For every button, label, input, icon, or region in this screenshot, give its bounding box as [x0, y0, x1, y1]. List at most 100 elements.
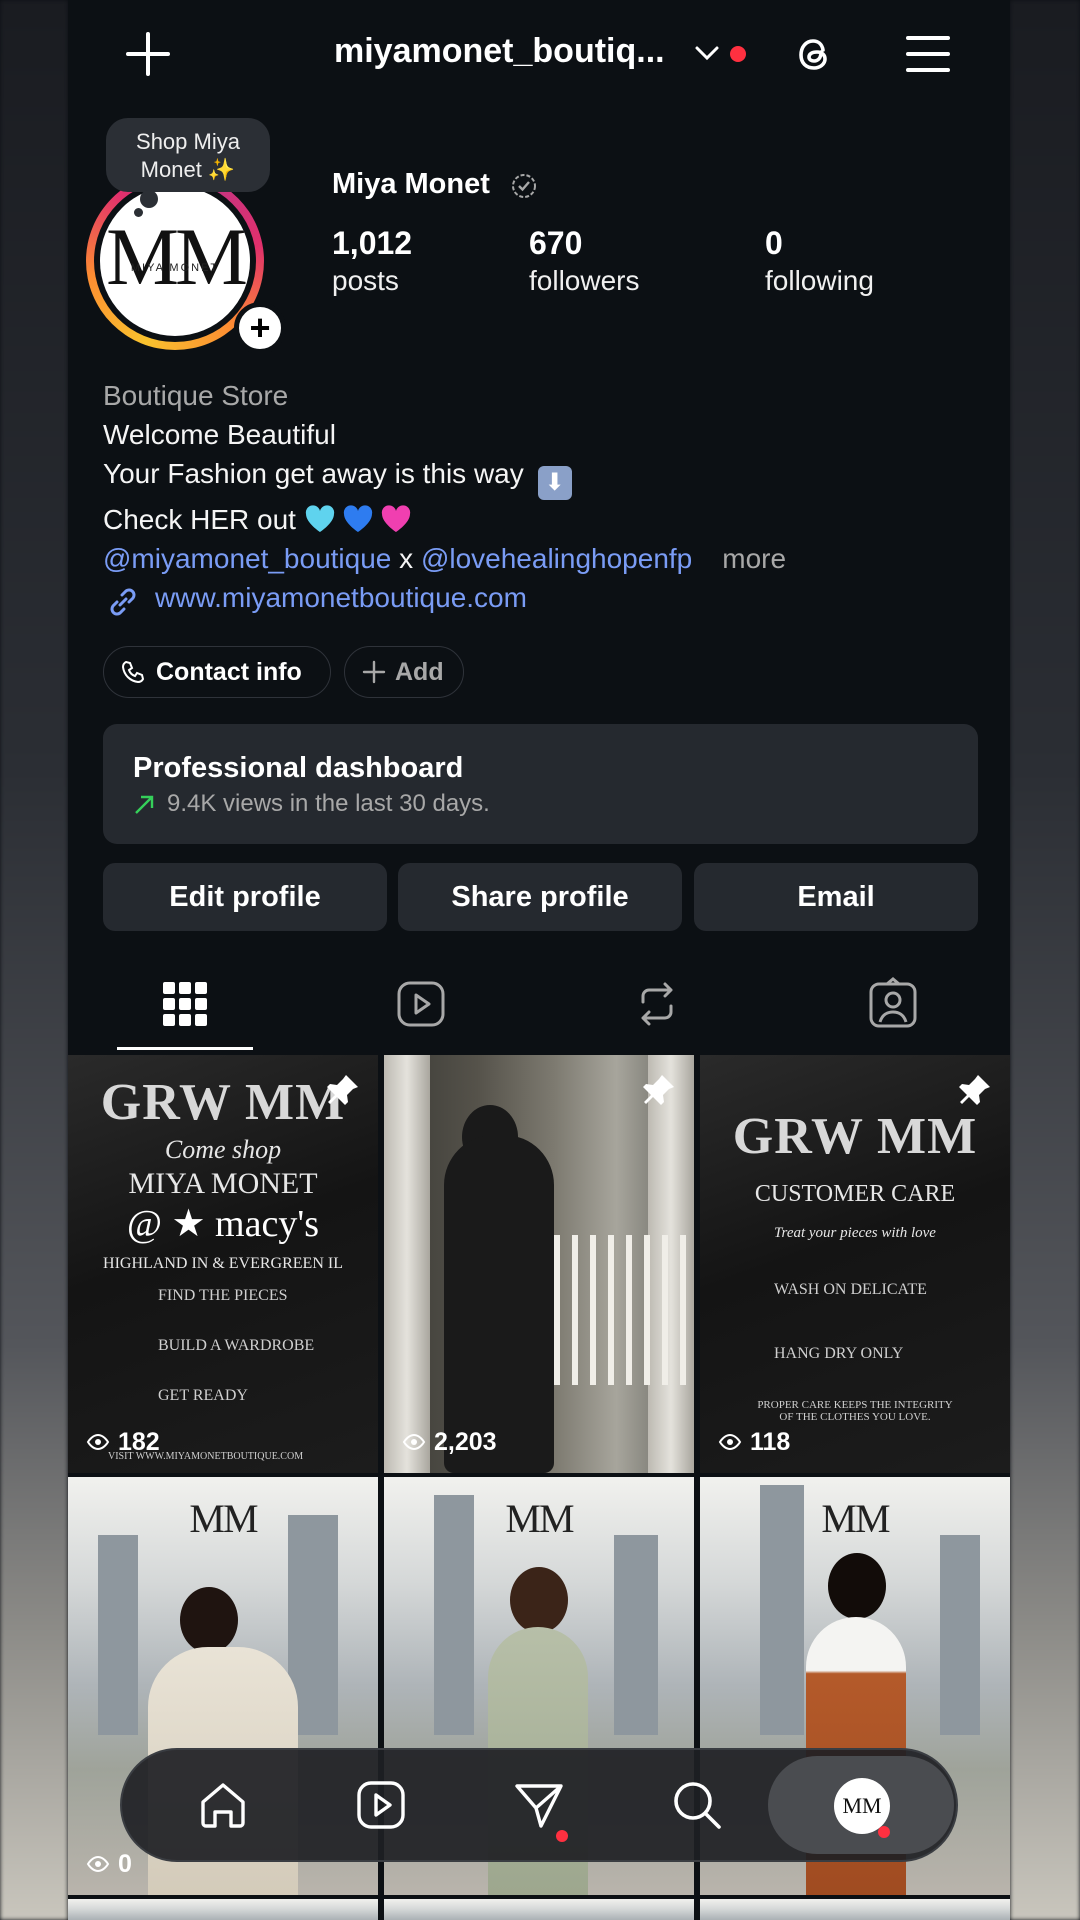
verified-badge-icon	[512, 174, 536, 198]
active-tab-indicator	[117, 1047, 253, 1050]
add-chip-button[interactable]: Add	[344, 646, 464, 698]
professional-dashboard[interactable]: Professional dashboard 9.4K views in the…	[103, 724, 978, 844]
note-tail	[134, 208, 143, 217]
mention-link[interactable]: @lovehealinghopenfp	[421, 543, 692, 574]
messages-badge-dot	[556, 1830, 568, 1842]
edit-profile-button[interactable]: Edit profile	[103, 863, 387, 931]
profile-bio: Boutique Store Welcome Beautiful Your Fa…	[103, 376, 786, 578]
pin-icon	[327, 1075, 358, 1105]
trend-up-icon	[135, 795, 154, 814]
plus-icon: +	[249, 307, 271, 348]
avatar: MM MIYA MONET	[100, 186, 250, 336]
dashboard-title: Professional dashboard	[133, 752, 464, 784]
stat-label: following	[765, 265, 874, 296]
eye-icon	[86, 1433, 110, 1451]
direct-messages-icon[interactable]	[512, 1778, 566, 1832]
post-tile[interactable]	[384, 1899, 694, 1920]
stat-value: 670	[529, 225, 583, 261]
reels-icon[interactable]	[354, 1778, 408, 1832]
pink-heart-icon	[381, 505, 410, 532]
note-text-line2: Monet ✨	[140, 157, 236, 182]
plus-icon	[362, 660, 386, 684]
top-bar: miyamonet_boutiq...	[68, 0, 1010, 110]
note-tail	[140, 190, 158, 208]
bio-mentions: @miyamonet_boutique x @lovehealinghopenf…	[103, 539, 786, 578]
pin-icon	[643, 1075, 674, 1105]
post-text: GET READY	[158, 1387, 248, 1404]
post-logo: MM	[505, 1496, 574, 1541]
plus-icon[interactable]	[124, 30, 172, 78]
website-url: www.miyamonetboutique.com	[155, 582, 527, 613]
photo-silhouette	[444, 1135, 554, 1473]
avatar-brand: MIYA MONET	[130, 262, 220, 274]
blue-heart-icon	[343, 505, 372, 532]
view-count: 0	[86, 1850, 132, 1879]
phone-icon	[121, 660, 145, 684]
stat-followers[interactable]: 670 followers	[529, 224, 639, 300]
light-blue-heart-icon	[305, 505, 334, 532]
bottom-nav-bar: MM	[120, 1748, 958, 1862]
post-tile[interactable]	[68, 1899, 378, 1920]
stat-following[interactable]: 0 following	[765, 224, 874, 300]
bio-line-text: Your Fashion get away is this way	[103, 458, 524, 489]
post-text: HANG DRY ONLY	[774, 1345, 904, 1362]
post-tile[interactable]	[700, 1899, 1010, 1920]
post-text: PROPER CARE KEEPS THE INTEGRITY OF THE C…	[757, 1399, 953, 1423]
notification-dot	[730, 46, 746, 62]
post-logo: MM	[821, 1496, 890, 1541]
post-logo: MM	[189, 1496, 258, 1541]
bio-line: Welcome Beautiful	[103, 419, 336, 450]
avatar-monogram: MM	[106, 211, 248, 302]
link-icon	[110, 588, 136, 616]
post-heading: GRW MM	[732, 1108, 978, 1165]
bio-line: Check HER out	[103, 500, 786, 539]
dashboard-subtitle: 9.4K views in the last 30 days.	[167, 790, 490, 817]
post-text: @ ★ macy's	[127, 1203, 319, 1245]
add-story-button[interactable]: +	[234, 302, 286, 354]
stat-value: 1,012	[332, 225, 413, 261]
bio-line-text: Check HER out	[103, 504, 296, 535]
bio-line: Your Fashion get away is this way ⬇	[103, 454, 786, 500]
repost-tab-icon[interactable]	[631, 976, 683, 1032]
mention-link[interactable]: @miyamonet_boutique	[103, 543, 391, 574]
post-tile[interactable]: GRW MM CUSTOMER CARE Treat your pieces w…	[700, 1055, 1010, 1473]
threads-icon[interactable]	[790, 30, 838, 78]
chevron-down-icon[interactable]	[694, 44, 720, 62]
profile-screen: miyamonet_boutiq... MM MIYA MONET + Shop…	[68, 0, 1010, 1920]
stat-posts[interactable]: 1,012 posts	[332, 224, 412, 300]
profile-badge-dot	[878, 1826, 890, 1838]
post-text: Treat your pieces with love	[774, 1225, 936, 1241]
bio-more-link[interactable]: more	[722, 543, 786, 574]
reels-tab-icon[interactable]	[395, 976, 447, 1032]
mention-separator: x	[399, 543, 414, 574]
email-button[interactable]: Email	[694, 863, 978, 931]
view-count: 2,203	[402, 1428, 497, 1457]
account-switcher[interactable]: miyamonet_boutiq...	[334, 32, 665, 71]
view-count: 118	[718, 1428, 790, 1457]
eye-icon	[86, 1855, 110, 1873]
tagged-tab-icon[interactable]	[867, 976, 919, 1032]
post-text: FIND THE PIECES	[158, 1287, 288, 1304]
post-tile[interactable]: 2,203	[384, 1055, 694, 1473]
bio-category: Boutique Store	[103, 380, 289, 411]
add-chip-label: Add	[395, 658, 444, 686]
post-text: WASH ON DELICATE	[774, 1281, 927, 1298]
post-text: BUILD A WARDROBE	[158, 1337, 315, 1354]
stat-label: followers	[529, 265, 640, 296]
grid-tab-icon[interactable]	[159, 976, 211, 1032]
note-text-line1: Shop Miya	[136, 129, 240, 154]
post-text: CUSTOMER CARE	[754, 1181, 956, 1207]
post-text: MIYA MONET	[128, 1167, 318, 1200]
search-icon[interactable]	[670, 1778, 724, 1832]
down-arrow-emoji-icon: ⬇	[537, 466, 572, 500]
share-profile-button[interactable]: Share profile	[398, 863, 682, 931]
home-icon[interactable]	[196, 1778, 250, 1832]
post-tile[interactable]: GRW MM Come shop MIYA MONET @ ★ macy's H…	[68, 1055, 378, 1473]
stat-label: posts	[332, 265, 399, 296]
contact-info-label: Contact info	[156, 658, 302, 686]
contact-info-button[interactable]: Contact info	[103, 646, 331, 698]
menu-icon[interactable]	[906, 34, 950, 74]
pin-icon	[959, 1075, 990, 1105]
note-bubble[interactable]: Shop Miya Monet ✨	[106, 118, 270, 192]
post-text: Come shop	[164, 1135, 282, 1164]
